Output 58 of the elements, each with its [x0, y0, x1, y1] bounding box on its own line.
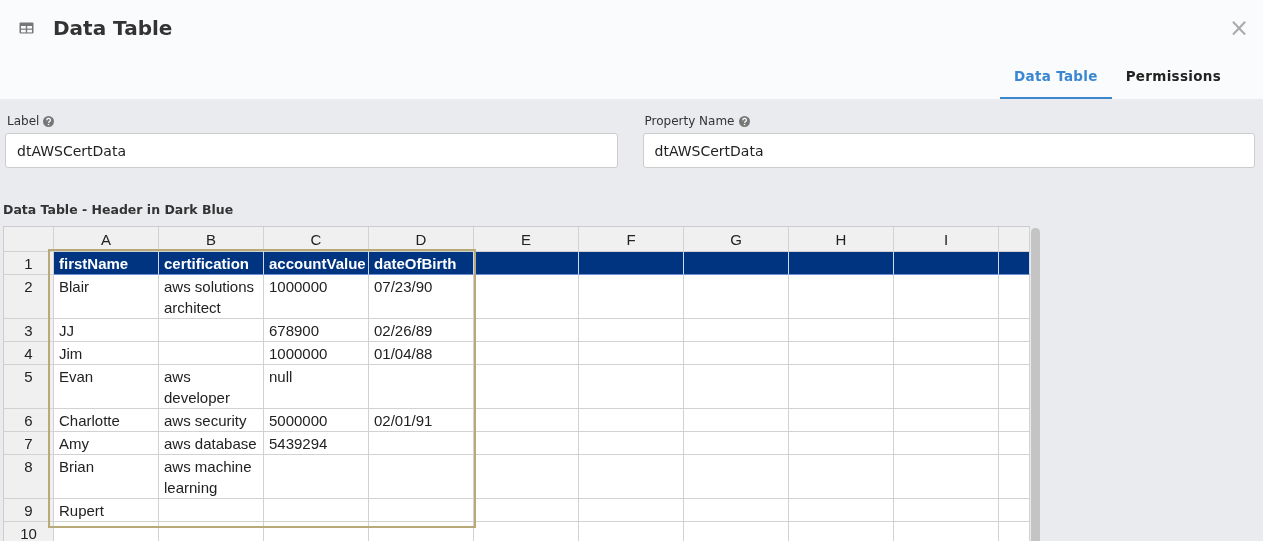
- table-cell: null: [264, 365, 369, 409]
- header-cell: accountValue: [264, 252, 369, 275]
- row-number[interactable]: 10: [4, 522, 54, 541]
- column-header[interactable]: I: [894, 227, 999, 252]
- header-cell: firstName: [54, 252, 159, 275]
- column-header[interactable]: C: [264, 227, 369, 252]
- table-icon: [19, 22, 34, 34]
- column-header[interactable]: E: [474, 227, 579, 252]
- row-number[interactable]: 3: [4, 319, 54, 342]
- row-number[interactable]: 2: [4, 275, 54, 319]
- table-cell: Charlotte: [54, 409, 159, 432]
- column-header[interactable]: H: [789, 227, 894, 252]
- tab[interactable]: Permissions: [1111, 68, 1235, 99]
- table-cell: Jim: [54, 342, 159, 365]
- row-number[interactable]: 9: [4, 499, 54, 522]
- scrollbar[interactable]: [1031, 228, 1040, 541]
- row-number[interactable]: 1: [4, 252, 54, 275]
- column-header[interactable]: B: [159, 227, 264, 252]
- column-header[interactable]: G: [684, 227, 789, 252]
- table-cell: 02/26/89: [369, 319, 474, 342]
- row-number[interactable]: 5: [4, 365, 54, 409]
- table-cell: aws security: [159, 409, 264, 432]
- field-label: Label: [7, 114, 40, 128]
- column-header[interactable]: F: [579, 227, 684, 252]
- table-cell: Blair: [54, 275, 159, 319]
- table-cell: aws machine learning: [159, 455, 264, 499]
- tab[interactable]: Data Table: [1000, 68, 1112, 99]
- text-field[interactable]: dtAWSCertData: [642, 133, 1255, 168]
- table-cell: 5000000: [264, 409, 369, 432]
- row-number[interactable]: 6: [4, 409, 54, 432]
- dialog-title: Data Table: [53, 16, 173, 40]
- table-cell: 1000000: [264, 275, 369, 319]
- help-icon[interactable]: [43, 115, 55, 127]
- table-cell: JJ: [54, 319, 159, 342]
- table-cell: Rupert: [54, 499, 159, 522]
- table-cell: aws solutions architect: [159, 275, 264, 319]
- header-cell: [999, 252, 1030, 275]
- table-cell: 01/04/88: [369, 342, 474, 365]
- header-cell: certification: [159, 252, 264, 275]
- table-cell: Brian: [54, 455, 159, 499]
- table-cell: 678900: [264, 319, 369, 342]
- table-cell: 02/01/91: [369, 409, 474, 432]
- table-cell: 1000000: [264, 342, 369, 365]
- table-cell: Evan: [54, 365, 159, 409]
- table-cell: aws database: [159, 432, 264, 455]
- text-field[interactable]: dtAWSCertData: [5, 133, 618, 168]
- row-number[interactable]: 7: [4, 432, 54, 455]
- section-title: Data Table - Header in Dark Blue: [3, 202, 235, 217]
- table-cell: 5439294: [264, 432, 369, 455]
- help-icon[interactable]: [738, 115, 750, 127]
- column-header[interactable]: D: [369, 227, 474, 252]
- row-number[interactable]: 8: [4, 455, 54, 499]
- field-label: Property Name: [644, 114, 735, 128]
- column-header[interactable]: A: [54, 227, 159, 252]
- header-cell: dateOfBirth: [369, 252, 474, 275]
- row-number[interactable]: 4: [4, 342, 54, 365]
- table-cell: Amy: [54, 432, 159, 455]
- table-cell: 07/23/90: [369, 275, 474, 319]
